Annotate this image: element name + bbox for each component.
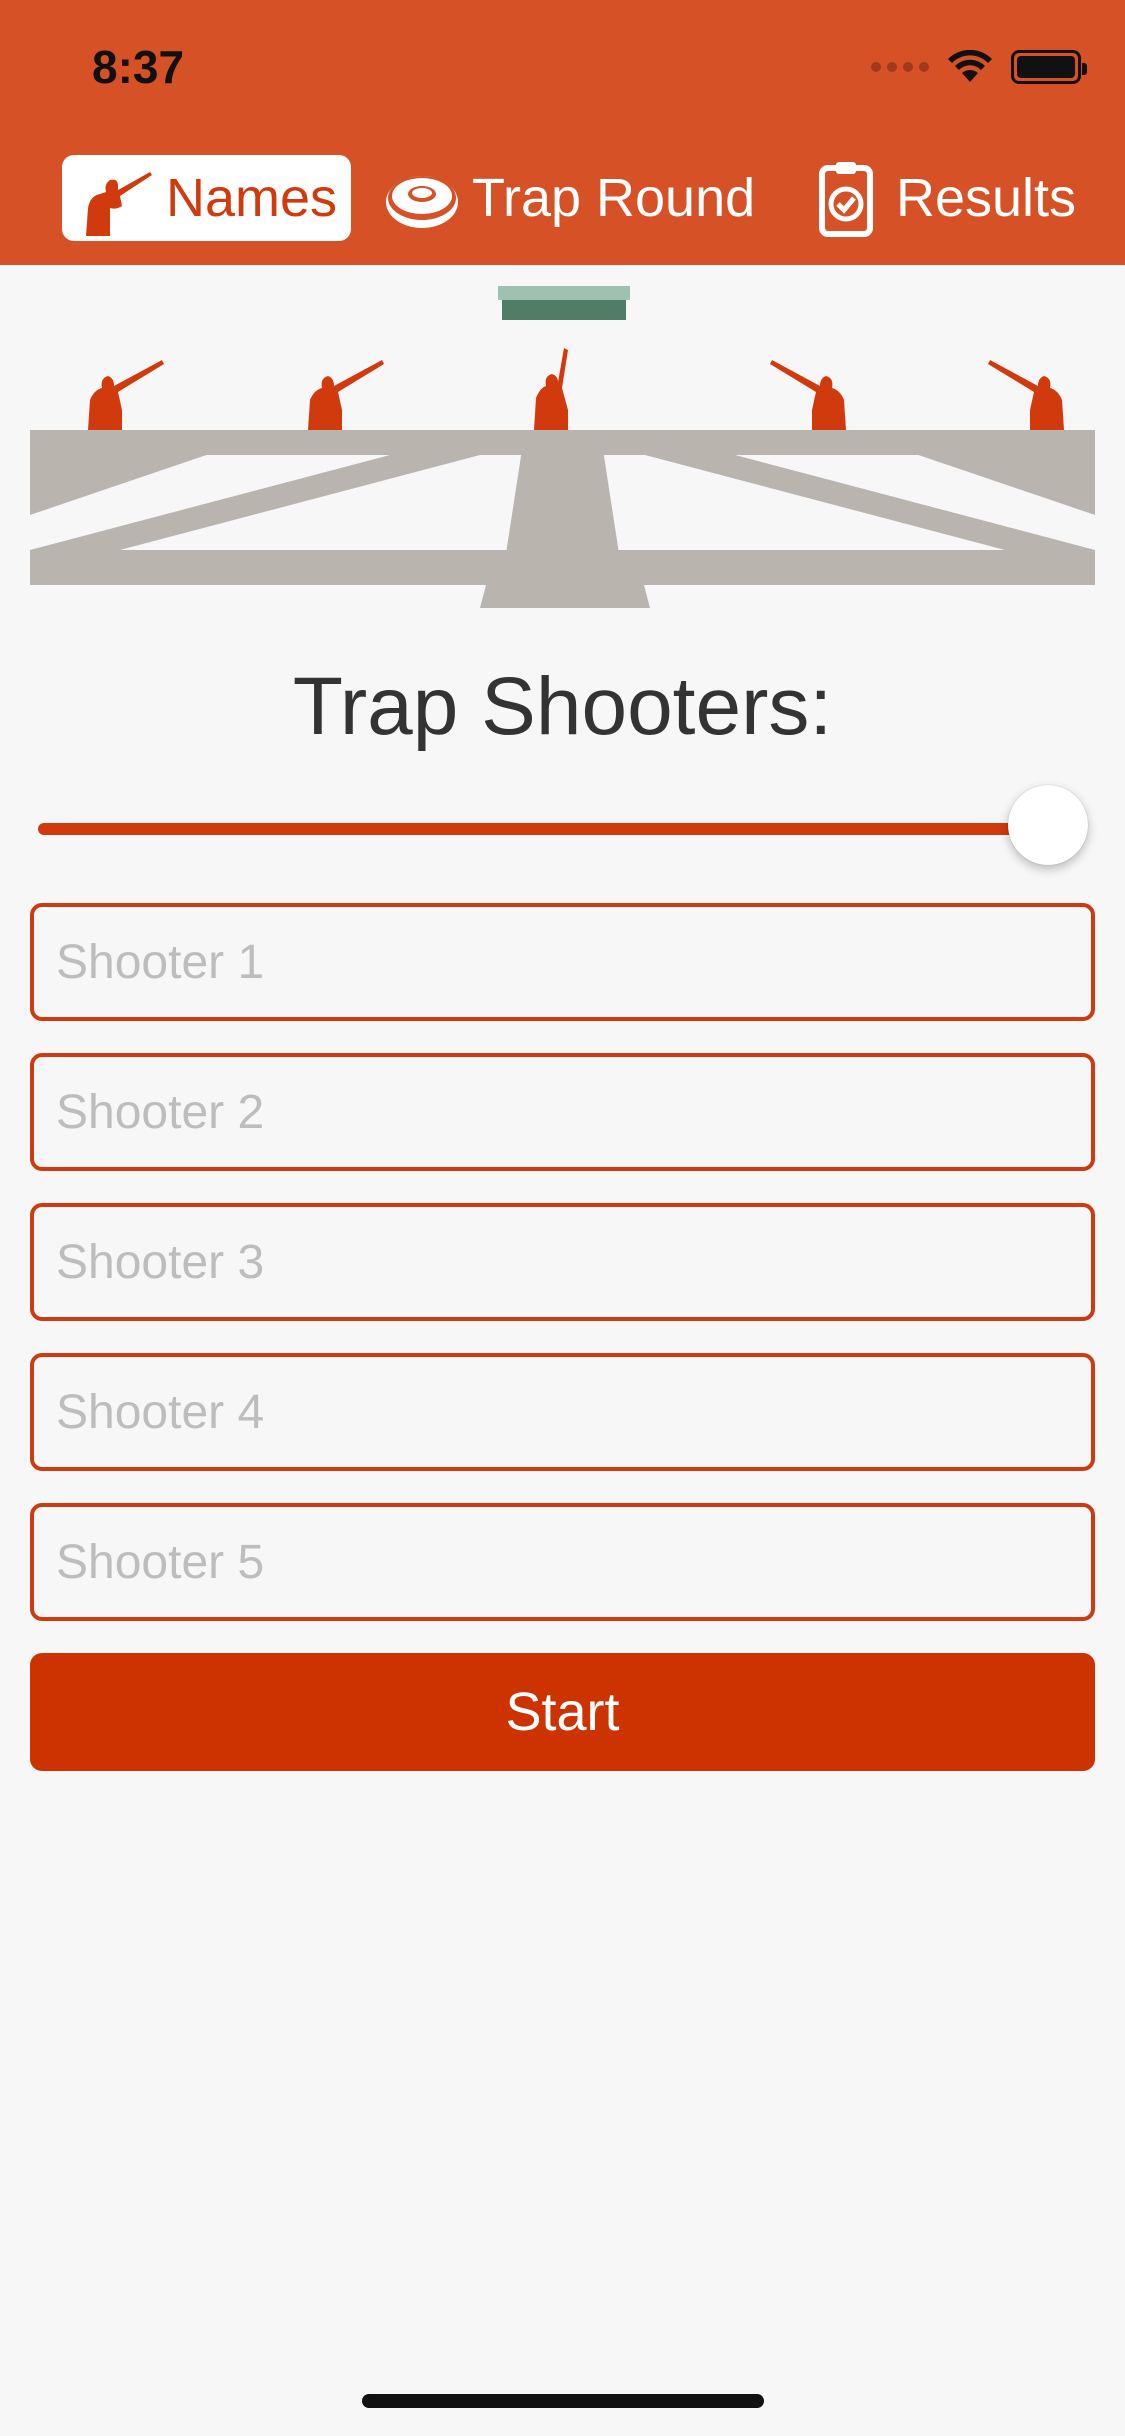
- battery-icon: [1011, 50, 1087, 84]
- start-button-label: Start: [505, 1682, 620, 1742]
- trap-house-icon: [498, 286, 630, 300]
- slider-thumb[interactable]: [1008, 785, 1088, 865]
- cellular-signal-icon: [871, 62, 929, 72]
- clipboard-check-icon: [819, 162, 873, 237]
- shooter-icon: [988, 360, 1064, 430]
- tab-names[interactable]: Names: [62, 155, 352, 241]
- home-indicator[interactable]: [362, 2394, 764, 2408]
- field-walkways: [30, 430, 1095, 608]
- tab-results[interactable]: Results: [792, 155, 1090, 241]
- tab-label: Trap Round: [472, 168, 756, 228]
- tab-bar: Names Trap Round Results: [0, 155, 1125, 245]
- header: 8:37 Names Trap Round Results: [0, 0, 1125, 265]
- shooter-2-input[interactable]: [30, 1053, 1095, 1171]
- shooter-icon: [88, 360, 164, 430]
- shooter-4-input[interactable]: [30, 1353, 1095, 1471]
- wifi-icon: [948, 50, 992, 82]
- shooter-count-slider[interactable]: [38, 785, 1098, 875]
- clay-target-icon: [386, 176, 458, 228]
- status-time: 8:37: [92, 41, 185, 93]
- shooter-3-input[interactable]: [30, 1203, 1095, 1321]
- shooter-name-fields: [30, 903, 1095, 1653]
- tab-trap-round[interactable]: Trap Round: [368, 155, 769, 241]
- tab-label: Names: [166, 168, 338, 228]
- slider-track[interactable]: [38, 823, 1068, 835]
- shooter-icon: [534, 348, 568, 430]
- shooter-icon: [770, 360, 846, 430]
- start-button[interactable]: Start: [30, 1653, 1095, 1771]
- trap-field-illustration: [30, 286, 1095, 608]
- shooter-icon: [86, 172, 152, 236]
- screen: 8:37 Names Trap Round Results Trap Shoot…: [0, 0, 1125, 2436]
- page-title: Trap Shooters:: [292, 661, 833, 752]
- status-indicators: [871, 50, 1087, 84]
- shooter-icon: [308, 360, 384, 430]
- shooter-5-input[interactable]: [30, 1503, 1095, 1621]
- shooter-1-input[interactable]: [30, 903, 1095, 1021]
- tab-label: Results: [896, 168, 1077, 228]
- shooters-group: [88, 348, 1064, 430]
